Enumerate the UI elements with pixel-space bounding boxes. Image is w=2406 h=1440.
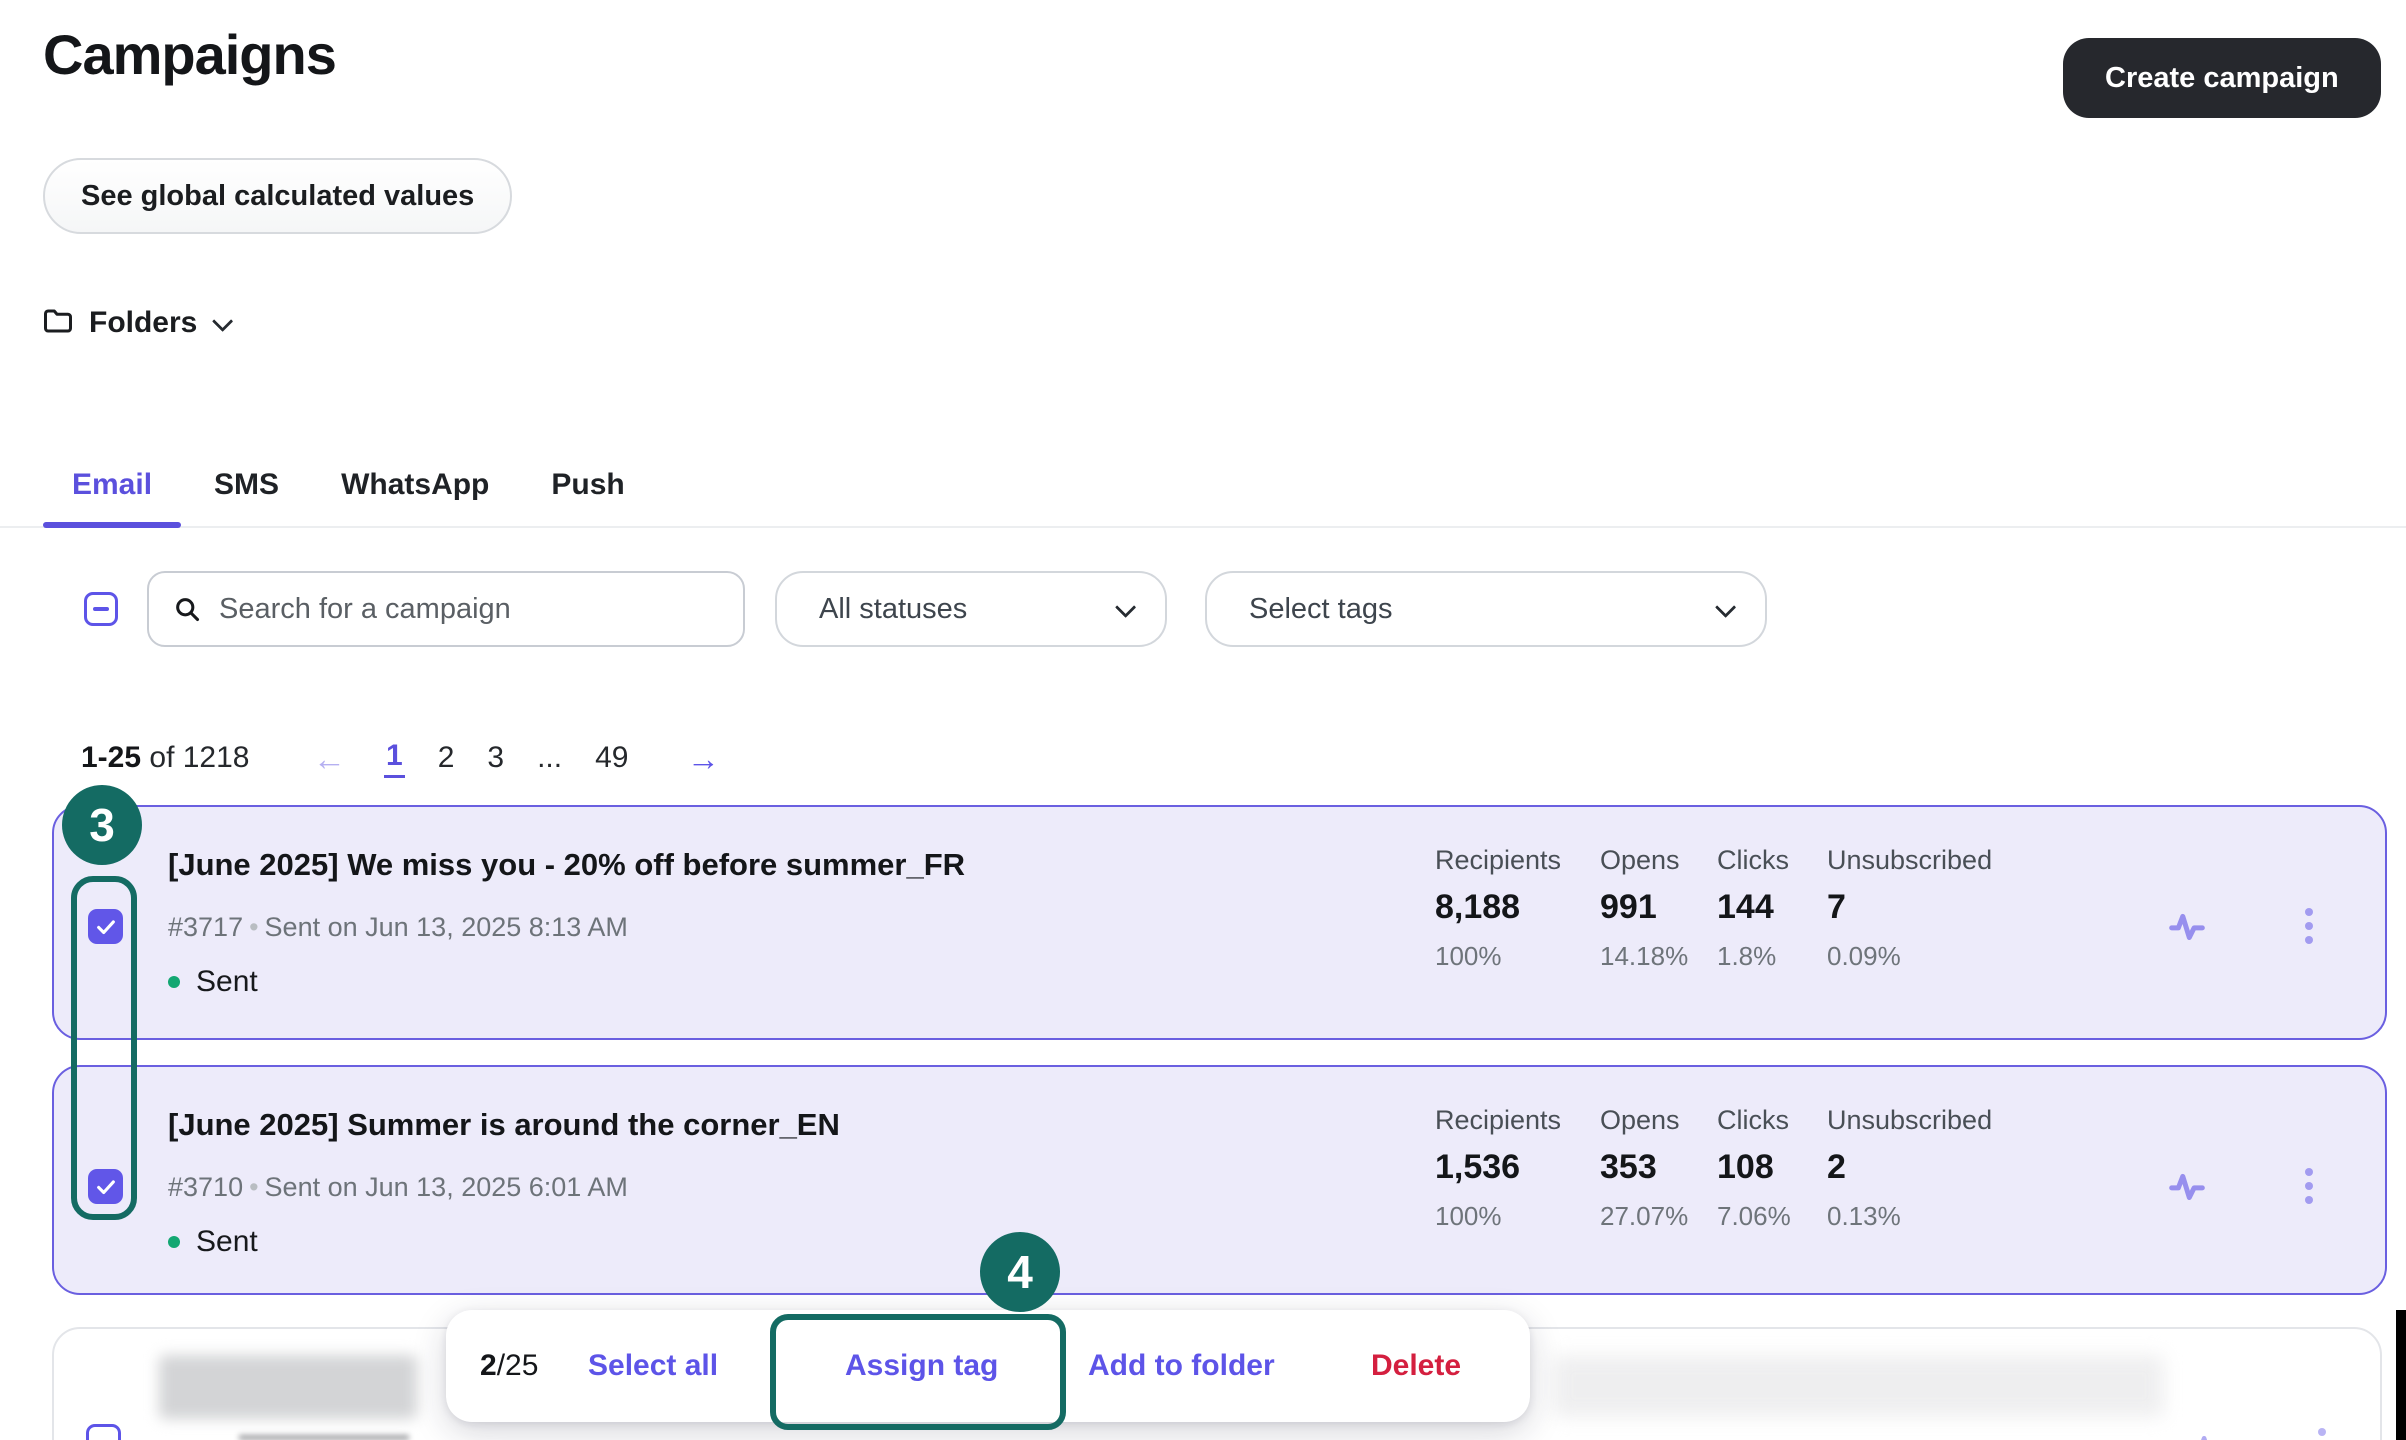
folder-icon (43, 307, 73, 340)
tab-sms[interactable]: SMS (185, 450, 308, 526)
pagination-pages: 1 2 3 ... 49 (384, 739, 628, 778)
search-input[interactable] (147, 571, 745, 647)
annotation-step-3: 3 (62, 785, 142, 865)
campaign-title: [June 2025] We miss you - 20% off before… (168, 847, 965, 883)
campaign-title: [June 2025] Summer is around the corner_… (168, 1107, 840, 1143)
vertical-scrollbar[interactable] (2396, 1310, 2406, 1440)
select-all-checkbox[interactable] (84, 592, 118, 626)
row-menu-kebab-icon (2307, 1421, 2337, 1440)
status-dot-icon (168, 976, 180, 988)
folders-toggle[interactable]: Folders (43, 300, 228, 346)
tab-push[interactable]: Push (522, 450, 653, 526)
chevron-down-icon (1715, 596, 1736, 617)
create-campaign-button[interactable]: Create campaign (2063, 38, 2381, 118)
annotation-step-4: 4 (980, 1232, 1060, 1312)
page-1[interactable]: 1 (384, 739, 405, 778)
status-dot-icon (168, 1236, 180, 1248)
campaign-meta: #3710•Sent on Jun 13, 2025 6:01 AM (168, 1172, 628, 1203)
check-icon (95, 916, 117, 938)
bulk-action-bar: 2/25 Select all Assign tag Add to folder… (446, 1310, 1530, 1422)
chevron-down-icon (212, 310, 233, 331)
status-filter-value: All statuses (819, 593, 967, 626)
pagination-prev-icon[interactable]: ← (313, 742, 346, 775)
stat-unsubscribed: Unsubscribed 2 0.13% (1827, 1105, 1997, 1232)
pagination-ellipsis: ... (537, 741, 562, 775)
status-badge: Sent (168, 1225, 258, 1259)
row-checkbox-checked[interactable] (88, 1169, 123, 1204)
indeterminate-icon (93, 607, 109, 611)
tags-filter-dropdown[interactable]: Select tags (1205, 571, 1767, 647)
row-checkbox-unchecked[interactable] (86, 1424, 121, 1440)
tab-whatsapp[interactable]: WhatsApp (312, 450, 518, 526)
search-icon (173, 595, 201, 623)
page-2[interactable]: 2 (438, 741, 455, 775)
pagination-next-icon[interactable]: → (687, 742, 720, 775)
campaign-row[interactable]: [June 2025] Summer is around the corner_… (52, 1065, 2387, 1295)
add-to-folder-button[interactable]: Add to folder (1088, 1310, 1275, 1422)
search-field-wrap (147, 571, 745, 647)
report-pulse-icon (2187, 1426, 2229, 1440)
blurred-meta-placeholder (239, 1435, 409, 1440)
tab-email[interactable]: Email (43, 450, 181, 526)
check-icon (95, 1176, 117, 1198)
delete-button[interactable]: Delete (1371, 1310, 1461, 1422)
row-menu-kebab-icon[interactable] (2294, 1161, 2324, 1211)
folders-label: Folders (89, 306, 197, 340)
assign-tag-button[interactable]: Assign tag (845, 1310, 998, 1422)
selection-count: 2/25 (480, 1310, 538, 1422)
page-3[interactable]: 3 (487, 741, 504, 775)
channel-tabs: Email SMS WhatsApp Push (0, 450, 2406, 528)
pagination: 1-25 of 1218 ← 1 2 3 ... 49 → (81, 737, 249, 779)
page-49[interactable]: 49 (595, 741, 628, 775)
report-pulse-icon[interactable] (2164, 903, 2210, 949)
tags-filter-value: Select tags (1249, 593, 1392, 626)
report-pulse-icon[interactable] (2164, 1163, 2210, 1209)
blurred-stats-placeholder (1554, 1355, 2164, 1417)
status-filter-dropdown[interactable]: All statuses (775, 571, 1167, 647)
status-badge: Sent (168, 965, 258, 999)
page-title: Campaigns (43, 22, 336, 87)
global-calculated-values-button[interactable]: See global calculated values (43, 158, 512, 234)
campaign-meta: #3717•Sent on Jun 13, 2025 8:13 AM (168, 912, 628, 943)
row-checkbox-checked[interactable] (88, 909, 123, 944)
row-menu-kebab-icon[interactable] (2294, 901, 2324, 951)
stat-recipients: Recipients 1,536 100% (1435, 1105, 1605, 1232)
pagination-range: 1-25 of 1218 (81, 741, 249, 775)
select-all-button[interactable]: Select all (588, 1310, 718, 1422)
blurred-title-placeholder (159, 1355, 417, 1419)
campaigns-page: Campaigns Create campaign See global cal… (0, 0, 2406, 1440)
stat-unsubscribed: Unsubscribed 7 0.09% (1827, 845, 1997, 972)
campaign-row[interactable]: [June 2025] We miss you - 20% off before… (52, 805, 2387, 1040)
chevron-down-icon (1115, 596, 1136, 617)
stat-recipients: Recipients 8,188 100% (1435, 845, 1605, 972)
